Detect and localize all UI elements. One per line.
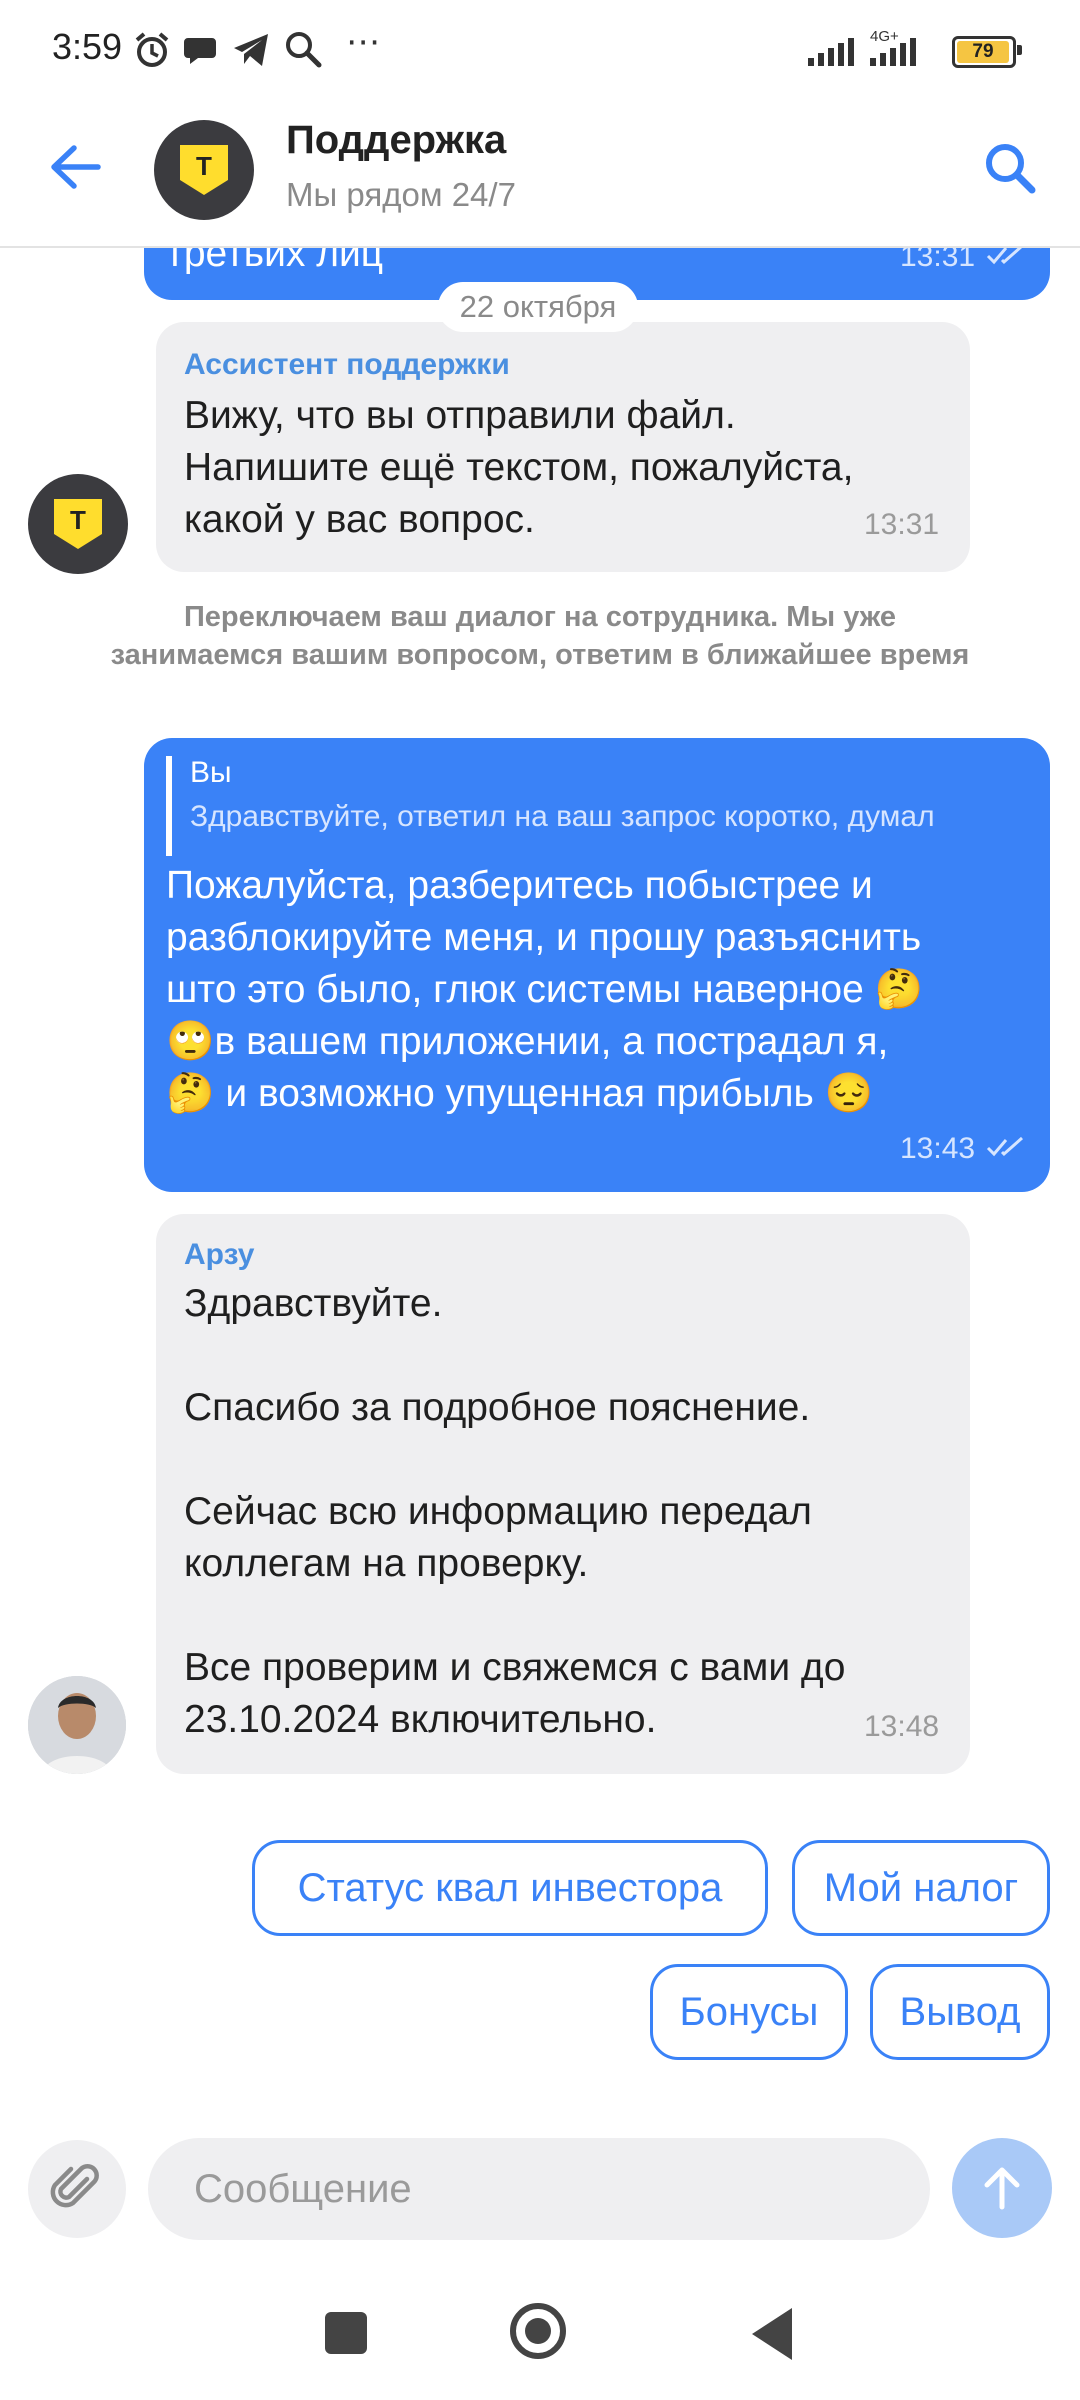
quick-reply-bonuses[interactable]: Бонусы [650,1964,848,2060]
message-text: Здравствуйте. Спасибо за подробное поясн… [184,1282,846,1741]
signal-icon [808,34,854,66]
bank-logo-icon: Т [54,499,102,549]
system-note: Переключаем ваш диалог на сотрудника. Мы… [110,601,970,671]
message-time: 13:31 [864,508,940,541]
quick-reply-tax[interactable]: Мой налог [792,1840,1050,1936]
battery-icon: 79 [952,36,1022,68]
incoming-message[interactable]: Арзу Здравствуйте. Спасибо за подробное … [156,1214,970,1774]
quick-reply-status[interactable]: Статус квал инвестора [252,1840,768,1936]
battery-level: 79 [957,41,1009,63]
signal-icon-2 [870,34,916,66]
agent-avatar[interactable] [28,1676,126,1774]
message-input[interactable] [148,2138,930,2240]
attach-button[interactable] [28,2140,126,2238]
date-separator: 22 октября [438,282,638,332]
back-button[interactable] [752,2308,792,2360]
send-button[interactable] [952,2138,1052,2238]
chat-subtitle: Мы рядом 24/7 [286,176,516,213]
chat-search-icon[interactable] [982,140,1038,200]
quote-author: Вы [190,756,232,789]
incoming-message[interactable]: Ассистент поддержки Вижу, что вы отправи… [156,322,970,572]
home-button[interactable] [510,2303,566,2359]
status-time: 3:59 [52,26,123,67]
reply-quote[interactable]: Вы Здравствуйте, ответил на ваш запрос к… [166,756,1046,856]
telegram-icon [232,32,270,72]
arrow-up-icon [984,2167,1020,2210]
alarm-icon [132,30,172,74]
bank-logo-icon: Т [180,145,228,195]
message-time: 13:43 [900,1132,976,1165]
chat-header: Т [0,100,1080,248]
more-icon: ⋯ [346,22,380,62]
message-time: 13:48 [864,1710,940,1743]
message-text: Вижу, что вы отправили файл. Напишите ещ… [184,394,854,541]
support-avatar[interactable]: Т [154,120,254,220]
message-sender: Ассистент поддержки [184,348,510,381]
chat-title: Поддержка [286,118,507,162]
paperclip-icon [50,2164,99,2208]
chat-bubble-icon [184,32,220,72]
back-arrow-icon[interactable] [48,142,104,196]
quote-text: Здравствуйте, ответил на ваш запрос коро… [190,800,935,833]
search-icon [284,30,322,72]
double-check-icon [986,1136,1026,1162]
message-text: Пожалуйста, разберитесь побыстрее и разб… [166,864,924,1115]
recent-apps-button[interactable] [325,2312,367,2354]
quick-reply-withdraw[interactable]: Вывод [870,1964,1050,2060]
assistant-avatar[interactable]: Т [28,474,128,574]
message-sender: Арзу [184,1238,255,1271]
